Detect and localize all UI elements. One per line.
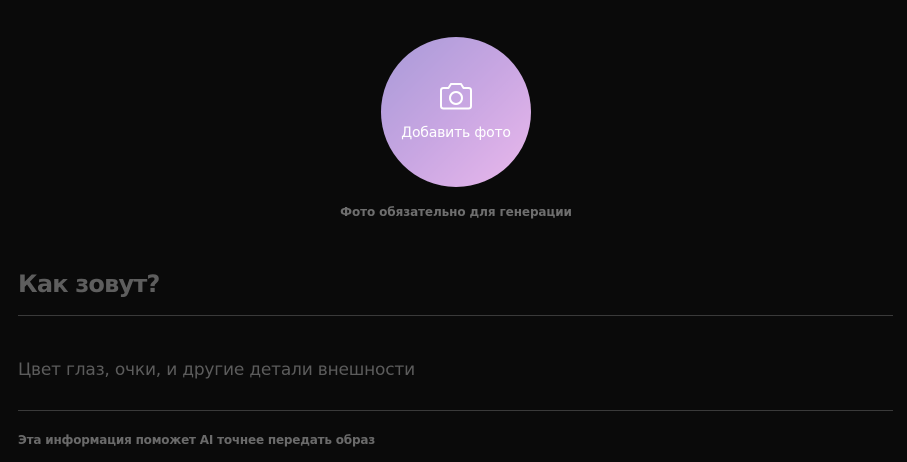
appearance-details-hint: Эта информация поможет AI точнее передат…	[18, 433, 376, 447]
divider	[18, 410, 893, 411]
add-photo-button[interactable]: Добавить фото	[381, 37, 531, 187]
add-photo-label: Добавить фото	[401, 125, 511, 141]
camera-icon	[440, 83, 472, 110]
appearance-details-input[interactable]	[18, 356, 893, 384]
photo-required-hint: Фото обязательно для генерации	[340, 205, 572, 219]
divider	[18, 315, 893, 316]
name-input[interactable]	[18, 264, 893, 304]
